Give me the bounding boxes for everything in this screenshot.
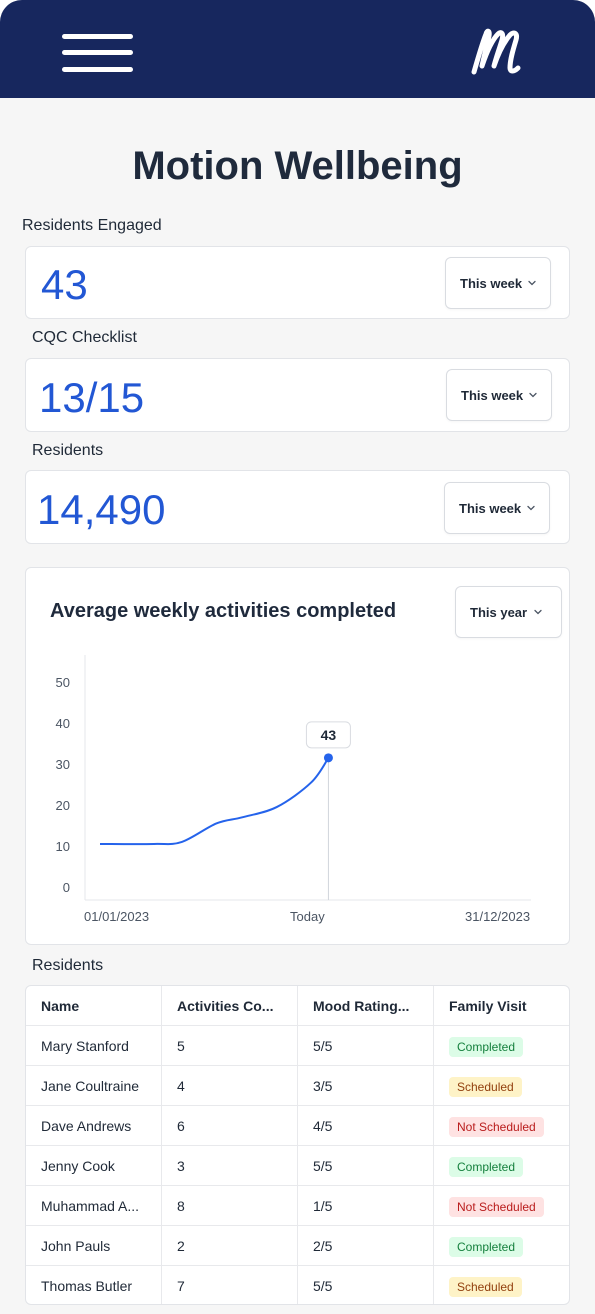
motion-logo-icon[interactable] xyxy=(468,22,528,80)
dropdown-label: This week xyxy=(460,276,523,291)
activities-cell: 7 xyxy=(162,1266,298,1304)
column-header[interactable]: Mood Rating... xyxy=(298,986,434,1026)
table-header-row: Name Activities Co... Mood Rating... Family… xyxy=(26,986,569,1026)
column-header[interactable]: Name xyxy=(26,986,162,1026)
name-cell: Thomas Butler xyxy=(26,1266,162,1304)
metric-value: 14,490 xyxy=(37,486,166,533)
name-cell: John Pauls xyxy=(26,1226,162,1266)
metric-value: 13/15 xyxy=(39,374,145,421)
activities-cell: 8 xyxy=(162,1186,298,1226)
activities-cell: 3 xyxy=(162,1146,298,1186)
status-badge: Not Scheduled xyxy=(449,1197,544,1218)
mood-cell: 5/5 xyxy=(298,1146,434,1186)
table-section-label: Residents xyxy=(32,957,104,974)
metric-label-residents-engaged: Residents Engaged xyxy=(22,217,162,234)
mood-cell: 1/5 xyxy=(298,1186,434,1226)
mood-cell: 5/5 xyxy=(298,1266,434,1304)
status-badge: Completed xyxy=(449,1037,524,1058)
metric-value: 43 xyxy=(41,261,88,308)
period-dropdown[interactable]: This week xyxy=(445,257,551,309)
dropdown-label: This week xyxy=(461,388,524,403)
status-badge: Scheduled xyxy=(449,1277,522,1298)
page-title: Motion Wellbeing xyxy=(132,144,463,188)
top-navbar xyxy=(0,0,595,98)
data-point-today[interactable] xyxy=(323,753,333,763)
residents-table: Name Activities Co... Mood Rating... Family… xyxy=(25,985,570,1305)
metric-label-cqc-checklist: CQC Checklist xyxy=(32,329,137,346)
chart-card: Average weekly activities completed This… xyxy=(25,567,570,945)
name-cell: Jane Coultraine xyxy=(26,1066,162,1106)
series-line xyxy=(99,757,330,846)
status-badge: Completed xyxy=(449,1237,524,1258)
dropdown-label: This week xyxy=(459,501,522,516)
activities-cell: 4 xyxy=(162,1066,298,1106)
status-badge: Completed xyxy=(449,1157,524,1178)
metric-label-residents: Residents xyxy=(32,442,104,459)
hamburger-menu-icon[interactable] xyxy=(62,34,133,74)
chevron-down-icon xyxy=(527,505,535,511)
mood-cell: 3/5 xyxy=(298,1066,434,1106)
name-cell: Dave Andrews xyxy=(26,1106,162,1146)
chevron-down-icon xyxy=(528,280,536,286)
table-row[interactable]: John Pauls 2 2/5 Completed xyxy=(26,1226,569,1266)
table-row[interactable]: Dave Andrews 6 4/5 Not Scheduled xyxy=(26,1106,569,1146)
chevron-down-icon xyxy=(529,392,537,398)
column-header[interactable]: Family Visit xyxy=(434,986,569,1026)
family-visit-cell: Scheduled xyxy=(434,1266,569,1304)
status-badge: Not Scheduled xyxy=(449,1117,544,1138)
activities-cell: 2 xyxy=(162,1226,298,1266)
period-dropdown[interactable]: This week xyxy=(446,369,552,421)
status-badge: Scheduled xyxy=(449,1077,522,1098)
table-row[interactable]: Jenny Cook 3 5/5 Completed xyxy=(26,1146,569,1186)
family-visit-cell: Not Scheduled xyxy=(434,1186,569,1226)
mood-cell: 5/5 xyxy=(298,1026,434,1066)
metric-card-cqc-checklist: 13/15 This week xyxy=(25,358,570,432)
table-row[interactable]: Muhammad A... 8 1/5 Not Scheduled xyxy=(26,1186,569,1226)
metric-card-residents-engaged: 43 This week xyxy=(25,246,570,319)
column-header[interactable]: Activities Co... xyxy=(162,986,298,1026)
family-visit-cell: Scheduled xyxy=(434,1066,569,1106)
family-visit-cell: Completed xyxy=(434,1026,569,1066)
mood-cell: 2/5 xyxy=(298,1226,434,1266)
line-chart: 43 xyxy=(84,655,531,901)
family-visit-cell: Not Scheduled xyxy=(434,1106,569,1146)
period-dropdown[interactable]: This week xyxy=(444,482,550,534)
table-row[interactable]: Mary Stanford 5 5/5 Completed xyxy=(26,1026,569,1066)
tooltip-value: 43 xyxy=(321,727,337,743)
family-visit-cell: Completed xyxy=(434,1226,569,1266)
name-cell: Muhammad A... xyxy=(26,1186,162,1226)
family-visit-cell: Completed xyxy=(434,1146,569,1186)
app-frame: Motion Wellbeing Residents Engaged 43 Th… xyxy=(0,0,595,1314)
metric-card-residents: 14,490 This week xyxy=(25,470,570,544)
name-cell: Jenny Cook xyxy=(26,1146,162,1186)
activities-cell: 5 xyxy=(162,1026,298,1066)
table-row[interactable]: Thomas Butler 7 5/5 Scheduled xyxy=(26,1266,569,1304)
mood-cell: 4/5 xyxy=(298,1106,434,1146)
activities-cell: 6 xyxy=(162,1106,298,1146)
table-row[interactable]: Jane Coultraine 4 3/5 Scheduled xyxy=(26,1066,569,1106)
name-cell: Mary Stanford xyxy=(26,1026,162,1066)
